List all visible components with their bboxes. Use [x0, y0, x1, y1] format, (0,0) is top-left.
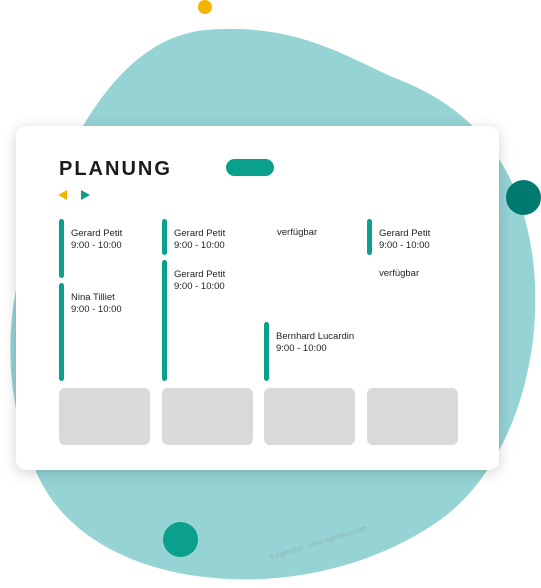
- slot-accent-bar: [162, 260, 167, 381]
- dark-teal-circle: [506, 180, 541, 215]
- appointment-time: 9:00 - 10:00: [71, 240, 122, 251]
- appointment-name: Bernhard Lucardin: [276, 331, 355, 342]
- planner-card: PLANUNG Gerard Petit 9:00 - 10:00 Nina T…: [16, 126, 499, 470]
- appointment-time: 9:00 - 10:00: [71, 304, 122, 315]
- appointment-name: Gerard Petit: [71, 228, 123, 239]
- appointment-slot[interactable]: Gerard Petit 9:00 - 10:00: [162, 260, 250, 381]
- appointment-slot[interactable]: Bernhard Lucardin 9:00 - 10:00: [264, 322, 364, 381]
- appointment-time: 9:00 - 10:00: [174, 281, 225, 292]
- triangle-right-icon[interactable]: [81, 190, 90, 200]
- triangle-left-icon[interactable]: [58, 190, 67, 200]
- page-title: PLANUNG: [59, 158, 172, 180]
- placeholder-box: [367, 388, 458, 445]
- appointment-name: Nina Tilliet: [71, 292, 115, 303]
- appointment-slot[interactable]: Gerard Petit 9:00 - 10:00: [162, 219, 250, 255]
- appointment-name: Gerard Petit: [174, 269, 226, 280]
- available-slot-label[interactable]: verfügbar: [379, 268, 419, 279]
- available-slot-label[interactable]: verfügbar: [277, 227, 317, 238]
- action-pill-button[interactable]: [226, 159, 274, 176]
- slot-accent-bar: [162, 219, 167, 255]
- slot-accent-bar: [59, 283, 64, 381]
- appointment-name: Gerard Petit: [174, 228, 226, 239]
- yellow-dot: [198, 0, 212, 14]
- appointment-time: 9:00 - 10:00: [379, 240, 430, 251]
- appointment-slot[interactable]: Gerard Petit 9:00 - 10:00: [59, 219, 147, 278]
- appointment-name: Gerard Petit: [379, 228, 431, 239]
- appointment-time: 9:00 - 10:00: [276, 343, 327, 354]
- slot-accent-bar: [367, 219, 372, 255]
- appointment-time: 9:00 - 10:00: [174, 240, 225, 251]
- slot-accent-bar: [264, 322, 269, 381]
- placeholder-box: [59, 388, 150, 445]
- appointment-slot[interactable]: Gerard Petit 9:00 - 10:00: [367, 219, 455, 255]
- placeholder-box: [264, 388, 355, 445]
- slot-accent-bar: [59, 219, 64, 278]
- appointment-slot[interactable]: Nina Tilliet 9:00 - 10:00: [59, 283, 147, 381]
- placeholder-box: [162, 388, 253, 445]
- teal-circle: [163, 522, 198, 557]
